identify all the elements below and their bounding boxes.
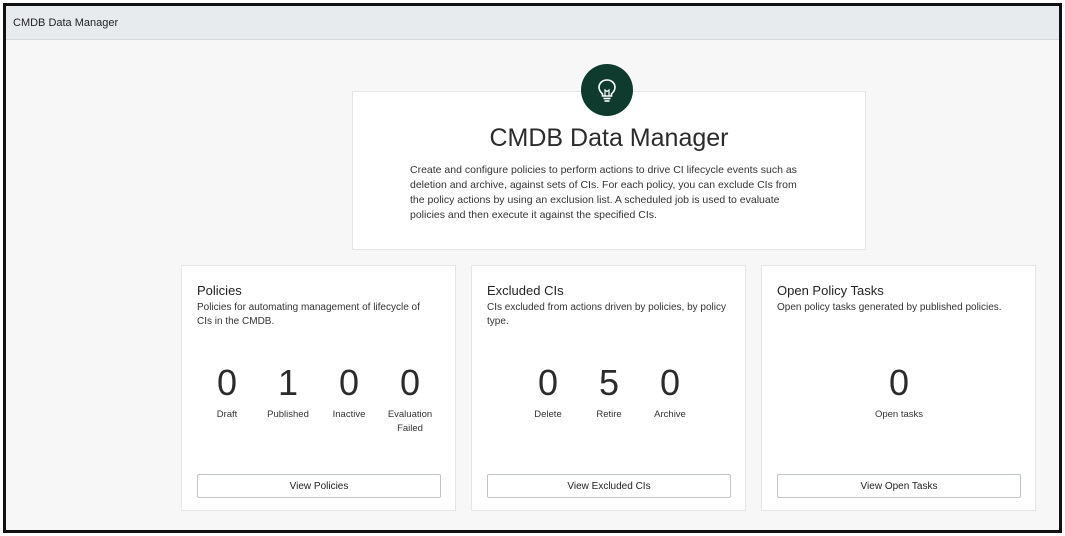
stat-value: 0 (216, 362, 238, 403)
open-policy-tasks-card: Open Policy Tasks Open policy tasks gene… (761, 265, 1036, 511)
card-description: CIs excluded from actions driven by poli… (487, 302, 726, 327)
card-title: Excluded CIs (487, 283, 564, 298)
stat-label: Published (267, 409, 309, 420)
card-description: Open policy tasks generated by published… (777, 302, 1002, 313)
stat-label: Retire (596, 409, 622, 420)
stat-label: Draft (216, 409, 238, 420)
card-title: Policies (197, 283, 242, 298)
stat-label: Inactive (332, 409, 366, 420)
stat-value: 0 (399, 362, 421, 403)
stat-value: 0 (338, 362, 360, 403)
stat-published[interactable]: 1 Published (258, 362, 318, 422)
view-open-tasks-button[interactable]: View Open Tasks (777, 474, 1021, 498)
stat-retire[interactable]: 5 Retire (579, 362, 639, 422)
card-title: Open Policy Tasks (777, 283, 884, 298)
stat-delete[interactable]: 0 Delete (518, 362, 578, 422)
stat-value: 1 (277, 362, 299, 403)
stat-archive[interactable]: 0 Archive (640, 362, 700, 422)
stat-value: 0 (659, 362, 681, 403)
stat-value: 0 (537, 362, 559, 403)
stat-draft[interactable]: 0 Draft (197, 362, 257, 422)
card-description: Policies for automating management of li… (197, 302, 420, 327)
stat-label: Archive (654, 409, 686, 420)
stat-inactive[interactable]: 0 Inactive (319, 362, 379, 422)
hero-title: CMDB Data Manager (489, 124, 729, 152)
app-frame: CMDB Data Manager CMDB Data Manager Crea… (3, 3, 1062, 533)
stat-label: Evaluation Failed (387, 409, 433, 434)
stat-value: 0 (888, 362, 910, 403)
title-bar: CMDB Data Manager (6, 6, 1059, 40)
view-excluded-cis-button[interactable]: View Excluded CIs (487, 474, 731, 498)
stat-value: 5 (598, 362, 620, 403)
stat-label: Delete (534, 409, 562, 420)
hero-description: Create and configure policies to perform… (410, 164, 797, 221)
stat-label: Open tasks (874, 409, 924, 420)
stat-open-tasks[interactable]: 0 Open tasks (869, 362, 929, 422)
app-title: CMDB Data Manager (13, 16, 119, 29)
excluded-cis-card: Excluded CIs CIs excluded from actions d… (471, 265, 746, 511)
lightbulb-icon (581, 64, 633, 116)
stat-evaluation-failed[interactable]: 0 Evaluation Failed (380, 362, 440, 436)
view-policies-button[interactable]: View Policies (197, 474, 441, 498)
policies-card: Policies Policies for automating managem… (181, 265, 456, 511)
